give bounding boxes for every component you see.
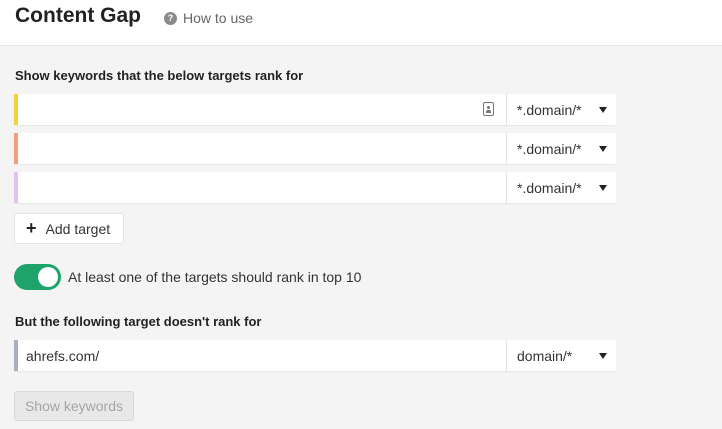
add-target-label: Add target bbox=[45, 220, 111, 237]
how-to-use-link[interactable]: ? How to use bbox=[164, 10, 253, 26]
add-target-button[interactable]: + Add target bbox=[14, 213, 124, 244]
target-mode-value-2: *.domain/* bbox=[517, 140, 582, 157]
exclude-mode-select[interactable]: domain/* bbox=[506, 340, 616, 371]
contact-card-icon[interactable] bbox=[483, 102, 494, 116]
caret-down-icon bbox=[599, 352, 607, 359]
target-mode-value-3: *.domain/* bbox=[517, 179, 582, 196]
exclude-mode-value: domain/* bbox=[517, 347, 573, 364]
targets-section-title: Show keywords that the below targets ran… bbox=[15, 68, 304, 83]
target-mode-select-2[interactable]: *.domain/* bbox=[506, 133, 616, 164]
show-keywords-button[interactable]: Show keywords bbox=[14, 391, 134, 421]
target-mode-value-1: *.domain/* bbox=[517, 101, 582, 118]
header: Content Gap ? How to use bbox=[0, 0, 722, 46]
page-title: Content Gap bbox=[15, 4, 141, 27]
top10-toggle[interactable] bbox=[14, 264, 61, 290]
target-row-2: *.domain/* bbox=[14, 133, 616, 164]
target-input-1[interactable] bbox=[18, 94, 506, 125]
target-row-3: *.domain/* bbox=[14, 172, 616, 203]
toggle-knob bbox=[38, 267, 58, 287]
target-row-1: *.domain/* bbox=[14, 94, 616, 125]
target-mode-select-3[interactable]: *.domain/* bbox=[506, 172, 616, 203]
exclude-target-input[interactable] bbox=[18, 340, 506, 371]
how-to-use-label: How to use bbox=[183, 10, 254, 26]
exclude-section-title: But the following target doesn't rank fo… bbox=[15, 314, 262, 329]
top10-toggle-label: At least one of the targets should rank … bbox=[68, 269, 362, 285]
target-mode-select-1[interactable]: *.domain/* bbox=[506, 94, 616, 125]
caret-down-icon bbox=[599, 106, 607, 113]
caret-down-icon bbox=[599, 184, 607, 191]
caret-down-icon bbox=[599, 145, 607, 152]
target-input-3[interactable] bbox=[18, 172, 506, 203]
plus-icon: + bbox=[26, 217, 37, 238]
target-input-2[interactable] bbox=[18, 133, 506, 164]
exclude-row: domain/* bbox=[14, 340, 616, 371]
question-circle-icon: ? bbox=[164, 11, 177, 25]
